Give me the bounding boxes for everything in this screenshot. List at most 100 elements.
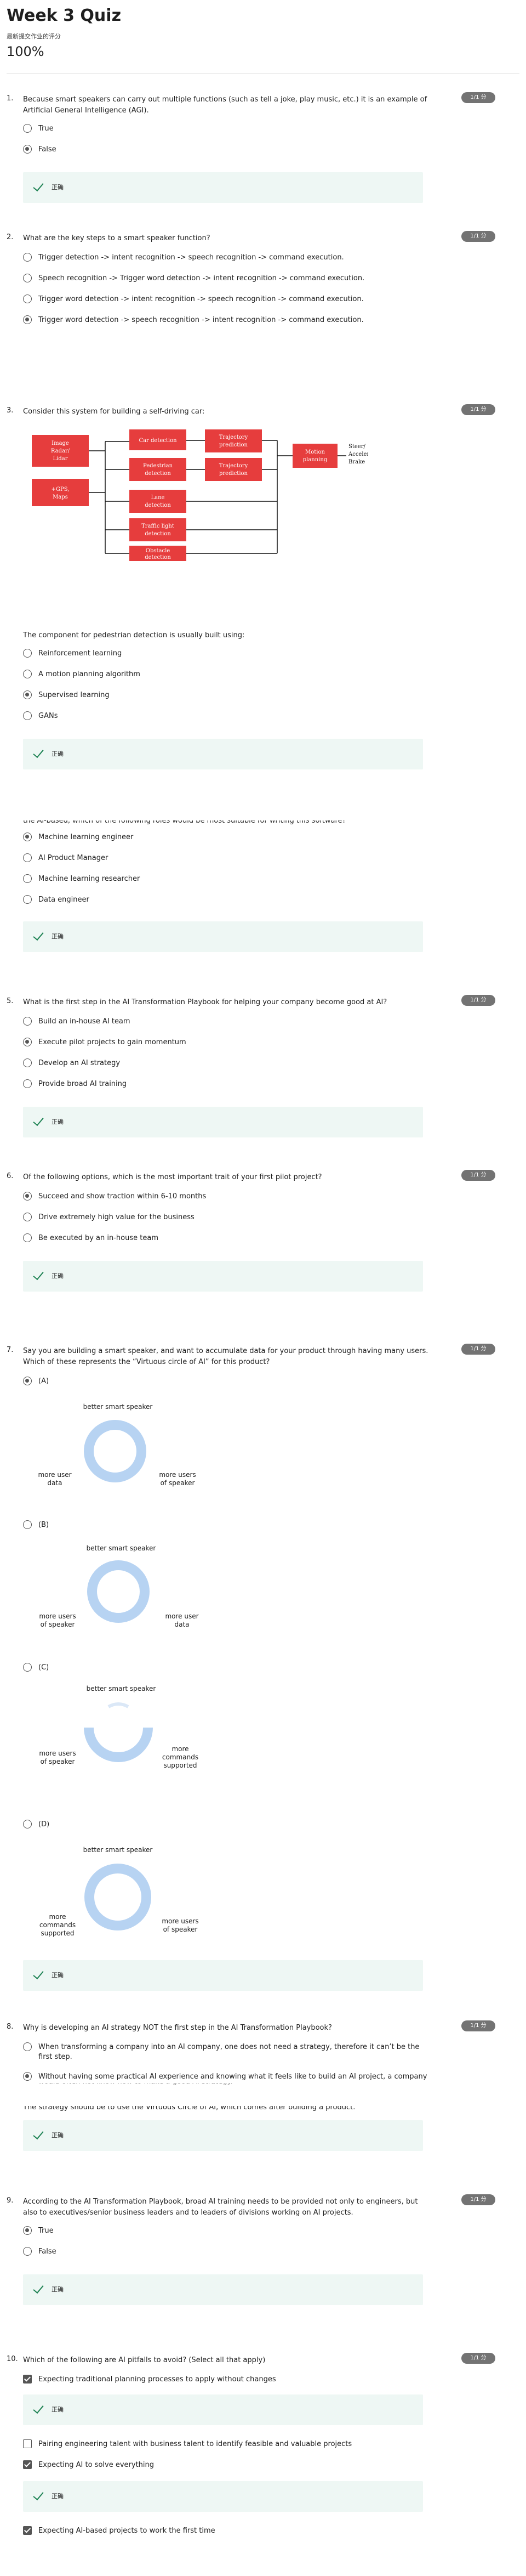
option-false[interactable]: False [23, 2247, 439, 2257]
option[interactable]: Reinforcement learning [23, 649, 439, 659]
radio-button[interactable] [23, 649, 32, 658]
diagram-text: detection [145, 531, 171, 537]
radio-button[interactable] [23, 711, 32, 720]
radio-button[interactable] [23, 1820, 32, 1828]
feedback-label: 正确 [52, 1272, 64, 1279]
option[interactable]: Succeed and show traction within 6-10 mo… [23, 1192, 439, 1202]
radio-button[interactable] [23, 124, 32, 133]
feedback-correct: 正确 [23, 2274, 423, 2305]
option[interactable]: Trigger word detection -> intent recogni… [23, 295, 439, 304]
option-label: Build an in-house AI team [38, 1017, 130, 1026]
option-label: False [38, 145, 56, 154]
option[interactable]: Execute pilot projects to gain momentum [23, 1038, 439, 1048]
radio-button-selected[interactable] [23, 315, 32, 324]
radio-button-selected[interactable] [23, 1377, 32, 1385]
feedback-label: 正确 [52, 1118, 64, 1125]
checkbox-checked[interactable] [23, 2526, 32, 2535]
feedback-label: 正确 [52, 2493, 64, 2500]
option-checkbox[interactable]: Expecting AI to solve everything [23, 2460, 439, 2470]
radio-button[interactable] [23, 853, 32, 862]
diagram-text: Maps [53, 494, 68, 500]
option-label: Drive extremely high value for the busin… [38, 1213, 195, 1221]
option-checkbox[interactable]: Expecting AI-based projects to work the … [23, 2526, 439, 2536]
points-badge: 1/1 分 [461, 404, 495, 415]
option-label: AI Product Manager [38, 854, 108, 862]
option[interactable]: Drive extremely high value for the busin… [23, 1213, 439, 1222]
option[interactable]: Machine learning engineer [23, 833, 439, 842]
option[interactable]: GANs [23, 711, 439, 721]
radio-button[interactable] [23, 874, 32, 883]
radio-button[interactable] [23, 295, 32, 303]
question-text: What are the key steps to a smart speake… [23, 234, 210, 242]
radio-button-selected[interactable] [23, 2072, 32, 2081]
checkbox[interactable] [23, 2439, 32, 2448]
option-c[interactable]: (C) [23, 1663, 439, 1673]
radio-button[interactable] [23, 2247, 32, 2256]
option-d[interactable]: (D) [23, 1820, 439, 1830]
option[interactable]: Without having some practical AI experie… [23, 2072, 434, 2082]
option[interactable]: Machine learning researcher [23, 874, 439, 884]
option-b[interactable]: (B) [23, 1520, 439, 1530]
option-true[interactable]: True [23, 2226, 439, 2236]
option[interactable]: Build an in-house AI team [23, 1017, 439, 1027]
diagram-text: detection [145, 502, 171, 508]
feedback-correct: 正确 [23, 1107, 423, 1137]
radio-button-selected[interactable] [23, 690, 32, 699]
option[interactable]: When transforming a company into an AI c… [23, 2042, 434, 2062]
radio-button-selected[interactable] [23, 145, 32, 154]
option-checkbox[interactable]: Expecting traditional planning processes… [23, 2375, 439, 2385]
diagram-text: Trajectory [219, 463, 248, 469]
radio-button[interactable] [23, 1520, 32, 1529]
option[interactable]: AI Product Manager [23, 853, 439, 863]
radio-button[interactable] [23, 274, 32, 282]
option-label: Without having some practical AI experie… [38, 2073, 427, 2081]
radio-button[interactable] [23, 1079, 32, 1088]
option-label: Reinforcement learning [38, 649, 122, 658]
option-a[interactable]: (A) [23, 1377, 439, 1386]
option-false[interactable]: False [23, 145, 439, 155]
radio-button-selected[interactable] [23, 2226, 32, 2235]
quiz-header: Week 3 Quiz 最新提交作业的评分 100% [0, 0, 526, 59]
option-checkbox[interactable]: Pairing engineering talent with business… [23, 2439, 439, 2449]
question-text: What is the first step in the AI Transfo… [23, 998, 387, 1006]
radio-button[interactable] [23, 1213, 32, 1221]
option[interactable]: Provide broad AI training [23, 1079, 439, 1089]
radio-button[interactable] [23, 1058, 32, 1067]
radio-button[interactable] [23, 1017, 32, 1026]
option-label: When transforming a company into an AI c… [38, 2043, 420, 2061]
question-number: 2. [7, 233, 14, 241]
cycle-diagram-c: better smart speaker more users of speak… [33, 1685, 214, 1794]
diagram-text: detection [145, 471, 171, 477]
check-icon [33, 1271, 43, 1281]
radio-button-selected[interactable] [23, 1192, 32, 1201]
option[interactable]: Data engineer [23, 895, 439, 905]
option[interactable]: Trigger word detection -> speech recogni… [23, 315, 439, 325]
option-cut[interactable]: The strategy should be to use the Virtuo… [23, 2106, 439, 2116]
option-label: (C) [38, 1663, 49, 1672]
radio-button[interactable] [23, 670, 32, 678]
option[interactable]: Develop an AI strategy [23, 1058, 439, 1068]
check-icon [33, 2284, 43, 2294]
self-driving-diagram: Image Radar/ Lidar +GPS, Maps Car detect… [32, 429, 368, 561]
check-icon [33, 182, 43, 192]
option-label: Expecting traditional planning processes… [38, 2375, 276, 2383]
checkbox-checked[interactable] [23, 2375, 32, 2383]
checkbox-checked[interactable] [23, 2460, 32, 2469]
radio-button-selected[interactable] [23, 833, 32, 841]
cycle-label-right: more commands supported [162, 1745, 199, 1769]
option[interactable]: A motion planning algorithm [23, 670, 439, 680]
radio-button-selected[interactable] [23, 1038, 32, 1046]
radio-button[interactable] [23, 253, 32, 262]
option-true[interactable]: True [23, 124, 439, 134]
radio-button[interactable] [23, 1233, 32, 1242]
score-value: 100% [7, 44, 44, 59]
option[interactable]: Speech recognition -> Trigger word detec… [23, 274, 439, 284]
radio-button[interactable] [23, 895, 32, 904]
option[interactable]: Be executed by an in-house team [23, 1233, 439, 1243]
diagram-text: Brake [348, 459, 365, 465]
option[interactable]: Supervised learning [23, 690, 439, 700]
radio-button[interactable] [23, 2042, 32, 2051]
diagram-box-pedestrian-detection [129, 458, 186, 481]
radio-button[interactable] [23, 1663, 32, 1672]
option[interactable]: Trigger detection -> intent recognition … [23, 253, 439, 263]
